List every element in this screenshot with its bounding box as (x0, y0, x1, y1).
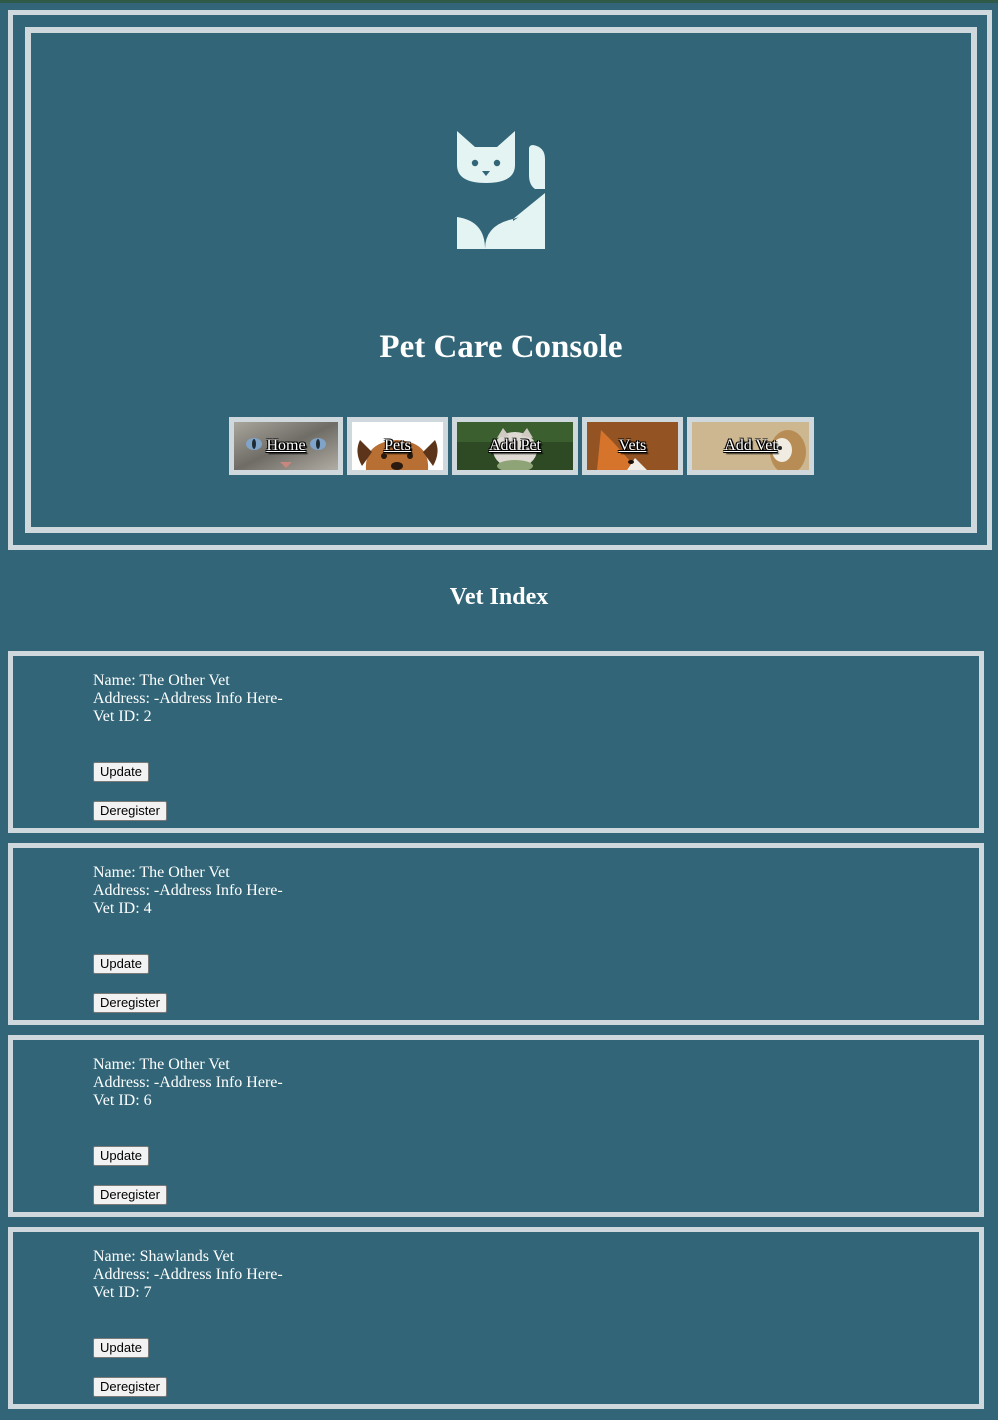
vet-name: Name: The Other Vet (93, 864, 230, 881)
deregister-button[interactable]: Deregister (93, 1185, 167, 1205)
vet-name: Name: Shawlands Vet (93, 1248, 235, 1265)
update-button[interactable]: Update (93, 1146, 149, 1166)
nav-link-pets[interactable]: Pets (384, 437, 411, 454)
vet-id: Vet ID: 6 (93, 1092, 152, 1109)
deregister-button[interactable]: Deregister (93, 993, 167, 1013)
cat-logo-icon (457, 131, 545, 249)
vet-details: Name: The Other Vet Address: -Address In… (93, 672, 283, 726)
update-button[interactable]: Update (93, 1338, 149, 1358)
vet-address: Address: -Address Info Here- (93, 882, 283, 899)
vet-address: Address: -Address Info Here- (93, 1074, 283, 1091)
main-nav: Home Pets Add Pet Vets Add Vet (31, 417, 971, 475)
nav-item-vets[interactable]: Vets (582, 417, 683, 475)
vet-id: Vet ID: 2 (93, 708, 152, 725)
vet-details: Name: Shawlands Vet Address: -Address In… (93, 1248, 283, 1302)
nav-link-add-pet[interactable]: Add Pet (489, 437, 541, 454)
nav-item-home[interactable]: Home (229, 417, 343, 475)
vet-address: Address: -Address Info Here- (93, 690, 283, 707)
update-button[interactable]: Update (93, 762, 149, 782)
top-edge-line (0, 0, 998, 3)
header-outer-frame: Pet Care Console Home Pets Add Pet Vets … (8, 10, 992, 550)
vet-id: Vet ID: 7 (93, 1284, 152, 1301)
nav-item-add-vet[interactable]: Add Vet (687, 417, 814, 475)
vet-details: Name: The Other Vet Address: -Address In… (93, 864, 283, 918)
vet-card: Name: The Other Vet Address: -Address In… (8, 843, 984, 1025)
update-button[interactable]: Update (93, 954, 149, 974)
deregister-button[interactable]: Deregister (93, 801, 167, 821)
vet-name: Name: The Other Vet (93, 672, 230, 689)
nav-item-pets[interactable]: Pets (347, 417, 448, 475)
page-title: Pet Care Console (379, 329, 623, 365)
nav-link-vets[interactable]: Vets (619, 437, 647, 454)
vet-details: Name: The Other Vet Address: -Address In… (93, 1056, 283, 1110)
header-inner-frame: Pet Care Console Home Pets Add Pet Vets … (25, 27, 977, 533)
nav-item-add-pet[interactable]: Add Pet (452, 417, 578, 475)
nav-link-home[interactable]: Home (266, 437, 305, 454)
vet-card: Name: Shawlands Vet Address: -Address In… (8, 1227, 984, 1409)
section-title: Vet Index (449, 584, 549, 610)
vet-id: Vet ID: 4 (93, 900, 152, 917)
vet-address: Address: -Address Info Here- (93, 1266, 283, 1283)
vet-card: Name: The Other Vet Address: -Address In… (8, 651, 984, 833)
vet-name: Name: The Other Vet (93, 1056, 230, 1073)
deregister-button[interactable]: Deregister (93, 1377, 167, 1397)
vet-card: Name: The Other Vet Address: -Address In… (8, 1035, 984, 1217)
nav-link-add-vet[interactable]: Add Vet (724, 437, 777, 454)
